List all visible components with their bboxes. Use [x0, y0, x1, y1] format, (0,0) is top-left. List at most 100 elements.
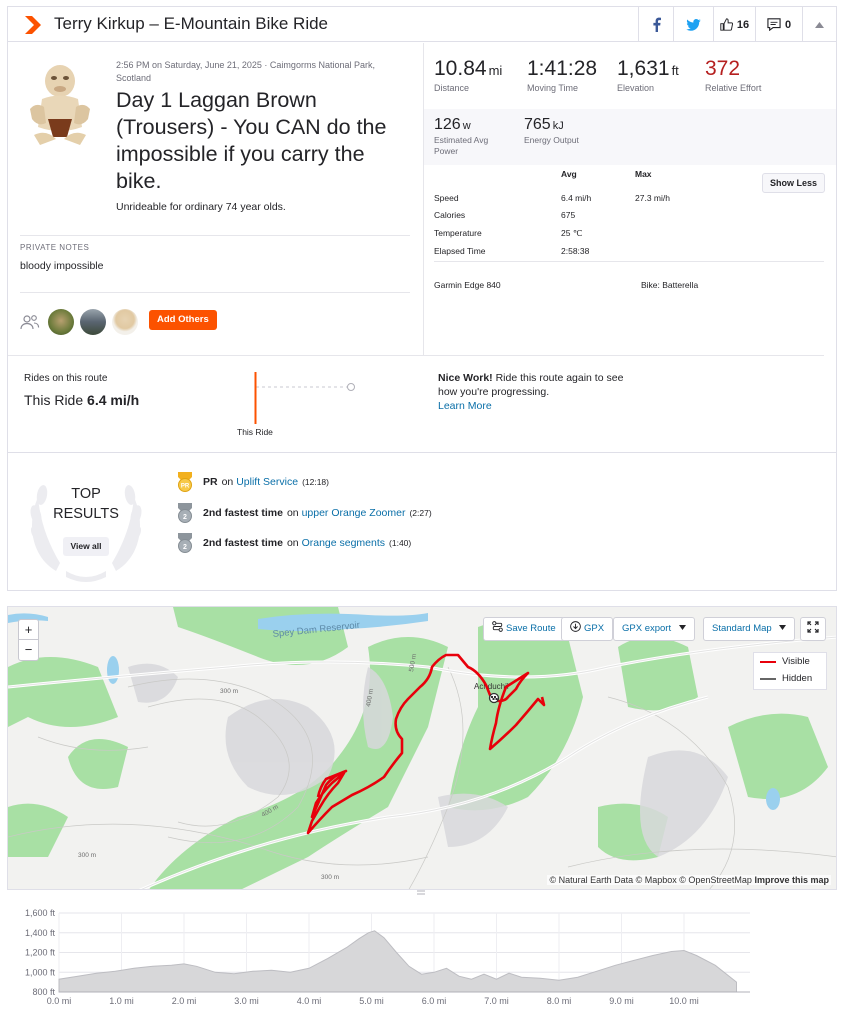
y-tick-label: 1,000 ft	[25, 967, 56, 977]
map-legend: Visible Hidden	[753, 652, 827, 690]
silver-medal-icon: 2	[178, 533, 192, 553]
energy-unit: kJ	[552, 120, 564, 132]
elevation-unit: ft	[671, 63, 679, 78]
achievement-prep: on	[286, 537, 299, 549]
elevation-label: Elevation	[617, 83, 655, 93]
speed-max: 27.3 mi/h	[635, 193, 670, 203]
divider	[8, 452, 836, 453]
legend-hidden-label: Hidden	[782, 673, 813, 684]
top-results-title-line2: RESULTS	[53, 506, 119, 522]
stat-relative-effort[interactable]: 372 Relative Effort	[705, 57, 761, 93]
top-results-title: TOP RESULTS	[22, 484, 150, 524]
group-athlete-avatar[interactable]	[112, 309, 138, 335]
segment-link[interactable]: upper Orange Zoomer	[302, 507, 406, 519]
divider	[20, 292, 410, 293]
this-ride-bar	[254, 372, 257, 424]
nice-work-message: Nice Work! Ride this route again to see …	[438, 371, 628, 413]
achievement-rank: 2nd fastest time	[203, 537, 283, 549]
comment-count: 0	[784, 18, 792, 31]
show-less-button[interactable]: Show Less	[762, 173, 825, 193]
contour-label: 300 m	[220, 688, 238, 695]
add-others-button[interactable]: Add Others	[149, 310, 217, 330]
pr-medal-text: PR	[181, 484, 190, 490]
athlete-avatar[interactable]	[20, 57, 100, 147]
activity-type-chevron-icon	[25, 16, 41, 34]
rides-on-route-label: Rides on this route	[24, 373, 108, 384]
distance-unit: mi	[488, 63, 503, 78]
achievement-rank: 2nd fastest time	[203, 507, 283, 519]
column-divider	[423, 43, 424, 355]
silver-medal-text: 2	[183, 544, 187, 551]
improve-map-link[interactable]: Improve this map	[754, 875, 829, 885]
map-canvas[interactable]: Spey Dam Reservoir Achduchil 300 m 400 m…	[8, 607, 837, 890]
view-all-button[interactable]: View all	[63, 537, 109, 556]
x-tick-label: 3.0 mi	[234, 996, 259, 1006]
legend-visible[interactable]: Visible	[754, 653, 826, 670]
x-tick-label: 2.0 mi	[172, 996, 197, 1006]
kudos-count: 16	[736, 18, 750, 31]
collapse-button[interactable]	[802, 7, 836, 42]
legend-hidden[interactable]: Hidden	[754, 670, 826, 687]
gpx-export-dropdown[interactable]: GPX export	[613, 617, 695, 641]
private-notes: bloody impossible	[20, 260, 104, 272]
segment-link[interactable]: Orange segments	[302, 537, 385, 549]
map-style-label: Standard Map	[712, 623, 772, 634]
divider	[434, 261, 824, 262]
segment-time: (2:27)	[409, 508, 432, 518]
stat-energy: 765 kJ Energy Output	[524, 116, 579, 146]
avg-header: Avg	[561, 169, 577, 179]
route-icon	[492, 621, 503, 632]
activity-description: Unrideable for ordinary 74 year olds.	[116, 201, 286, 213]
pr-medal-icon: PR	[178, 472, 192, 492]
this-ride-bar-label: This Ride	[237, 427, 273, 437]
fullscreen-button[interactable]	[800, 617, 826, 641]
achievement-prep: on	[221, 476, 234, 488]
x-tick-label: 9.0 mi	[609, 996, 634, 1006]
x-tick-label: 8.0 mi	[547, 996, 572, 1006]
elevation-chart[interactable]: 1,600 ft1,400 ft1,200 ft1,000 ft800 ft0.…	[7, 896, 837, 1018]
moving-time-label: Moving Time	[527, 83, 579, 93]
achievement-item: 2 2nd fastest time on Orange segments (1:4…	[176, 533, 411, 553]
legend-visible-label: Visible	[782, 656, 810, 667]
segment-time: (1:40)	[389, 538, 412, 548]
x-tick-label: 10.0 mi	[669, 996, 699, 1006]
distance-value: 10.84	[434, 57, 487, 80]
this-ride-speed-value: 6.4 mi/h	[87, 392, 140, 408]
x-tick-label: 0.0 mi	[47, 996, 72, 1006]
calories-avg: 675	[561, 210, 576, 220]
silver-medal-icon: 2	[178, 503, 192, 523]
gpx-download-button[interactable]: GPX	[561, 617, 614, 641]
activity-name: Day 1 Laggan Brown (Trousers) - You CAN …	[116, 88, 387, 193]
bike-name[interactable]: Bike: Batterella	[641, 280, 698, 290]
save-route-button[interactable]: Save Route	[483, 617, 565, 641]
map-style-dropdown[interactable]: Standard Map	[703, 617, 796, 641]
thumbs-up-icon	[720, 18, 733, 31]
y-tick-label: 1,600 ft	[25, 908, 56, 918]
nice-work-heading: Nice Work!	[438, 372, 493, 384]
activity-header: Terry Kirkup – E-Mountain Bike Ride 16 0	[8, 7, 836, 42]
download-icon	[570, 621, 581, 632]
x-tick-label: 7.0 mi	[484, 996, 509, 1006]
zoom-in-button[interactable]: +	[19, 620, 38, 640]
group-athlete-avatar[interactable]	[48, 309, 74, 335]
twitter-share-button[interactable]	[673, 7, 713, 42]
stat-distance: 10.84 mi Distance	[434, 57, 502, 93]
route-start-marker	[488, 692, 500, 704]
kudos-button[interactable]: 16	[713, 7, 755, 42]
twitter-icon	[686, 18, 701, 31]
facebook-share-button[interactable]	[638, 7, 673, 42]
facebook-icon	[652, 17, 661, 32]
this-ride-prefix: This Ride	[24, 392, 84, 408]
learn-more-link[interactable]: Learn More	[438, 400, 492, 412]
segment-link[interactable]: Uplift Service	[236, 476, 298, 488]
activity-date-location: 2:56 PM on Saturday, June 21, 2025 · Cai…	[116, 60, 375, 83]
power-value: 126	[434, 116, 461, 133]
group-people-icon	[20, 315, 40, 330]
group-athlete-avatar[interactable]	[80, 309, 106, 335]
y-tick-label: 1,200 ft	[25, 948, 56, 958]
caret-up-icon	[815, 21, 824, 28]
comments-button[interactable]: 0	[755, 7, 802, 42]
zoom-out-button[interactable]: −	[19, 640, 38, 660]
caret-down-icon	[779, 625, 787, 630]
route-map[interactable]: Spey Dam Reservoir Achduchil 300 m 400 m…	[7, 606, 837, 890]
